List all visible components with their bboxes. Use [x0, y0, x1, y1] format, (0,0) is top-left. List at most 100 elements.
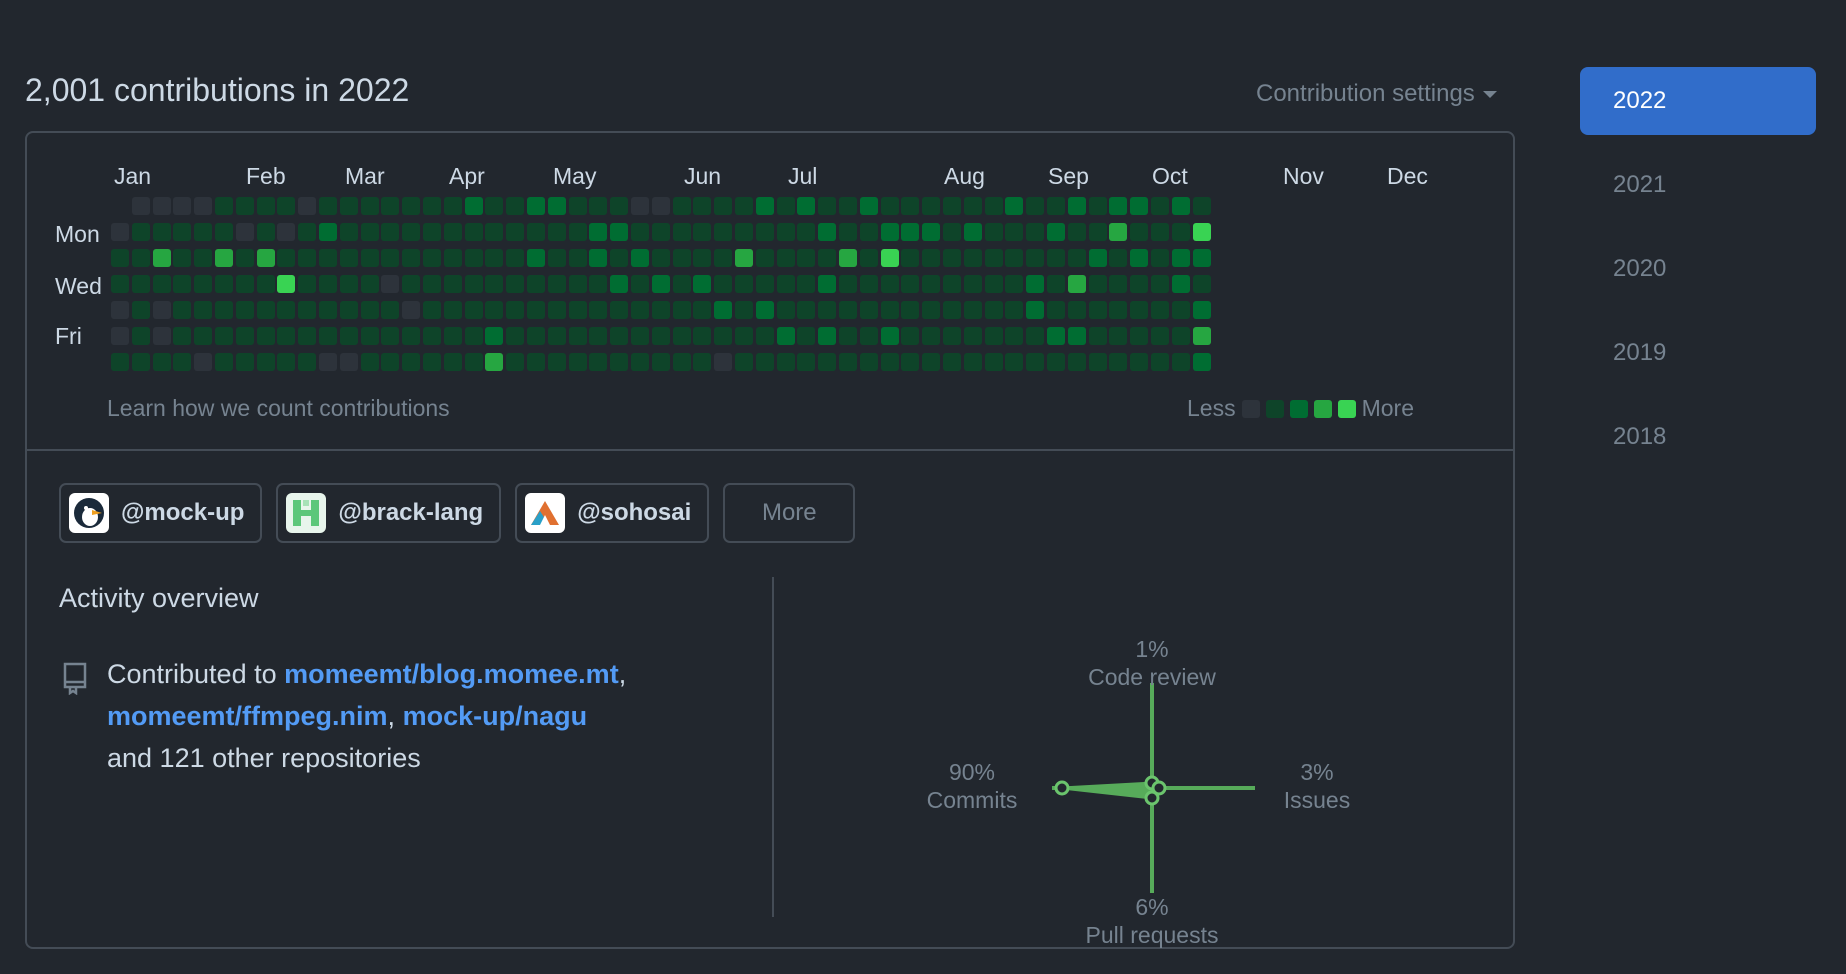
contribution-day-cell[interactable] [1047, 301, 1065, 319]
contribution-day-cell[interactable] [1005, 353, 1024, 371]
contribution-day-cell[interactable] [672, 223, 691, 241]
contribution-day-cell[interactable] [797, 353, 816, 371]
contribution-day-cell[interactable] [1026, 223, 1045, 241]
contribution-day-cell[interactable] [194, 223, 213, 241]
contribution-day-cell[interactable] [423, 275, 441, 293]
contribution-day-cell[interactable] [1109, 327, 1128, 345]
contribution-day-cell[interactable] [547, 301, 566, 319]
contribution-day-cell[interactable] [797, 327, 816, 345]
contribution-day-cell[interactable] [443, 327, 462, 345]
contribution-day-cell[interactable] [672, 353, 691, 371]
contribution-day-cell[interactable] [859, 353, 878, 371]
contribution-day-cell[interactable] [277, 249, 296, 267]
repo-link[interactable]: momeemt/ffmpeg.nim [107, 701, 388, 731]
contribution-day-cell[interactable] [735, 197, 753, 215]
contribution-day-cell[interactable] [464, 327, 483, 345]
contribution-day-cell[interactable] [693, 327, 712, 345]
contribution-day-cell[interactable] [1047, 197, 1065, 215]
contribution-day-cell[interactable] [215, 223, 233, 241]
contribution-day-cell[interactable] [818, 275, 837, 293]
contribution-day-cell[interactable] [423, 223, 441, 241]
contribution-day-cell[interactable] [693, 197, 712, 215]
contribution-day-cell[interactable] [631, 275, 649, 293]
contribution-day-cell[interactable] [714, 327, 733, 345]
contribution-day-cell[interactable] [423, 353, 441, 371]
contribution-day-cell[interactable] [381, 223, 400, 241]
contribution-day-cell[interactable] [256, 353, 275, 371]
contribution-day-cell[interactable] [735, 249, 753, 267]
contribution-day-cell[interactable] [672, 275, 691, 293]
contribution-day-cell[interactable] [589, 301, 608, 319]
contribution-day-cell[interactable] [610, 301, 629, 319]
contribution-day-cell[interactable] [319, 223, 337, 241]
contribution-day-cell[interactable] [1130, 301, 1149, 319]
contribution-day-cell[interactable] [131, 301, 150, 319]
contribution-day-cell[interactable] [527, 301, 545, 319]
contribution-day-cell[interactable] [922, 327, 941, 345]
contribution-day-cell[interactable] [360, 275, 379, 293]
contribution-day-cell[interactable] [922, 223, 941, 241]
contribution-day-cell[interactable] [506, 197, 525, 215]
contribution-day-cell[interactable] [755, 275, 774, 293]
contribution-day-cell[interactable] [922, 301, 941, 319]
contribution-day-cell[interactable] [277, 353, 296, 371]
contribution-day-cell[interactable] [1171, 249, 1190, 267]
contribution-day-cell[interactable] [235, 249, 254, 267]
contribution-day-cell[interactable] [963, 197, 982, 215]
contribution-day-cell[interactable] [485, 327, 504, 345]
contribution-day-cell[interactable] [423, 327, 441, 345]
contribution-day-cell[interactable] [963, 327, 982, 345]
contribution-day-cell[interactable] [714, 197, 733, 215]
contribution-day-cell[interactable] [215, 275, 233, 293]
contribution-day-cell[interactable] [1109, 275, 1128, 293]
contribution-day-cell[interactable] [776, 301, 795, 319]
contribution-day-cell[interactable] [527, 249, 545, 267]
contribution-day-cell[interactable] [194, 301, 213, 319]
contribution-day-cell[interactable] [360, 327, 379, 345]
contribution-day-cell[interactable] [319, 249, 337, 267]
contribution-day-cell[interactable] [547, 197, 566, 215]
learn-count-link[interactable]: Learn how we count contributions [107, 395, 450, 422]
contribution-day-cell[interactable] [1005, 223, 1024, 241]
contribution-day-cell[interactable] [506, 223, 525, 241]
contribution-day-cell[interactable] [1088, 249, 1107, 267]
contribution-day-cell[interactable] [568, 197, 587, 215]
contribution-day-cell[interactable] [152, 249, 171, 267]
contribution-day-cell[interactable] [1151, 353, 1169, 371]
contribution-day-cell[interactable] [610, 197, 629, 215]
contribution-day-cell[interactable] [1192, 353, 1211, 371]
contribution-day-cell[interactable] [1130, 275, 1149, 293]
contribution-day-cell[interactable] [1047, 249, 1065, 267]
contribution-day-cell[interactable] [464, 301, 483, 319]
contribution-day-cell[interactable] [755, 327, 774, 345]
contribution-day-cell[interactable] [443, 197, 462, 215]
contribution-day-cell[interactable] [194, 275, 213, 293]
contribution-day-cell[interactable] [485, 353, 504, 371]
contribution-day-cell[interactable] [776, 327, 795, 345]
contribution-day-cell[interactable] [235, 301, 254, 319]
contribution-day-cell[interactable] [610, 275, 629, 293]
contribution-day-cell[interactable] [1130, 327, 1149, 345]
org-button-brack-lang[interactable]: @brack-lang [276, 483, 502, 543]
contribution-day-cell[interactable] [755, 197, 774, 215]
contribution-day-cell[interactable] [485, 197, 504, 215]
contribution-day-cell[interactable] [610, 327, 629, 345]
contribution-day-cell[interactable] [568, 275, 587, 293]
contribution-day-cell[interactable] [589, 275, 608, 293]
year-button-2021[interactable]: 2021 [1580, 151, 1816, 219]
contribution-day-cell[interactable] [1047, 275, 1065, 293]
contribution-day-cell[interactable] [1088, 301, 1107, 319]
contribution-day-cell[interactable] [485, 223, 504, 241]
contribution-day-cell[interactable] [880, 197, 899, 215]
contribution-day-cell[interactable] [173, 275, 192, 293]
contribution-day-cell[interactable] [194, 197, 213, 215]
contribution-day-cell[interactable] [963, 301, 982, 319]
contribution-day-cell[interactable] [984, 223, 1003, 241]
contribution-day-cell[interactable] [984, 197, 1003, 215]
contribution-day-cell[interactable] [839, 197, 857, 215]
contribution-day-cell[interactable] [651, 353, 670, 371]
contribution-day-cell[interactable] [589, 223, 608, 241]
contribution-day-cell[interactable] [818, 197, 837, 215]
contribution-day-cell[interactable] [1130, 197, 1149, 215]
contribution-day-cell[interactable] [1109, 249, 1128, 267]
